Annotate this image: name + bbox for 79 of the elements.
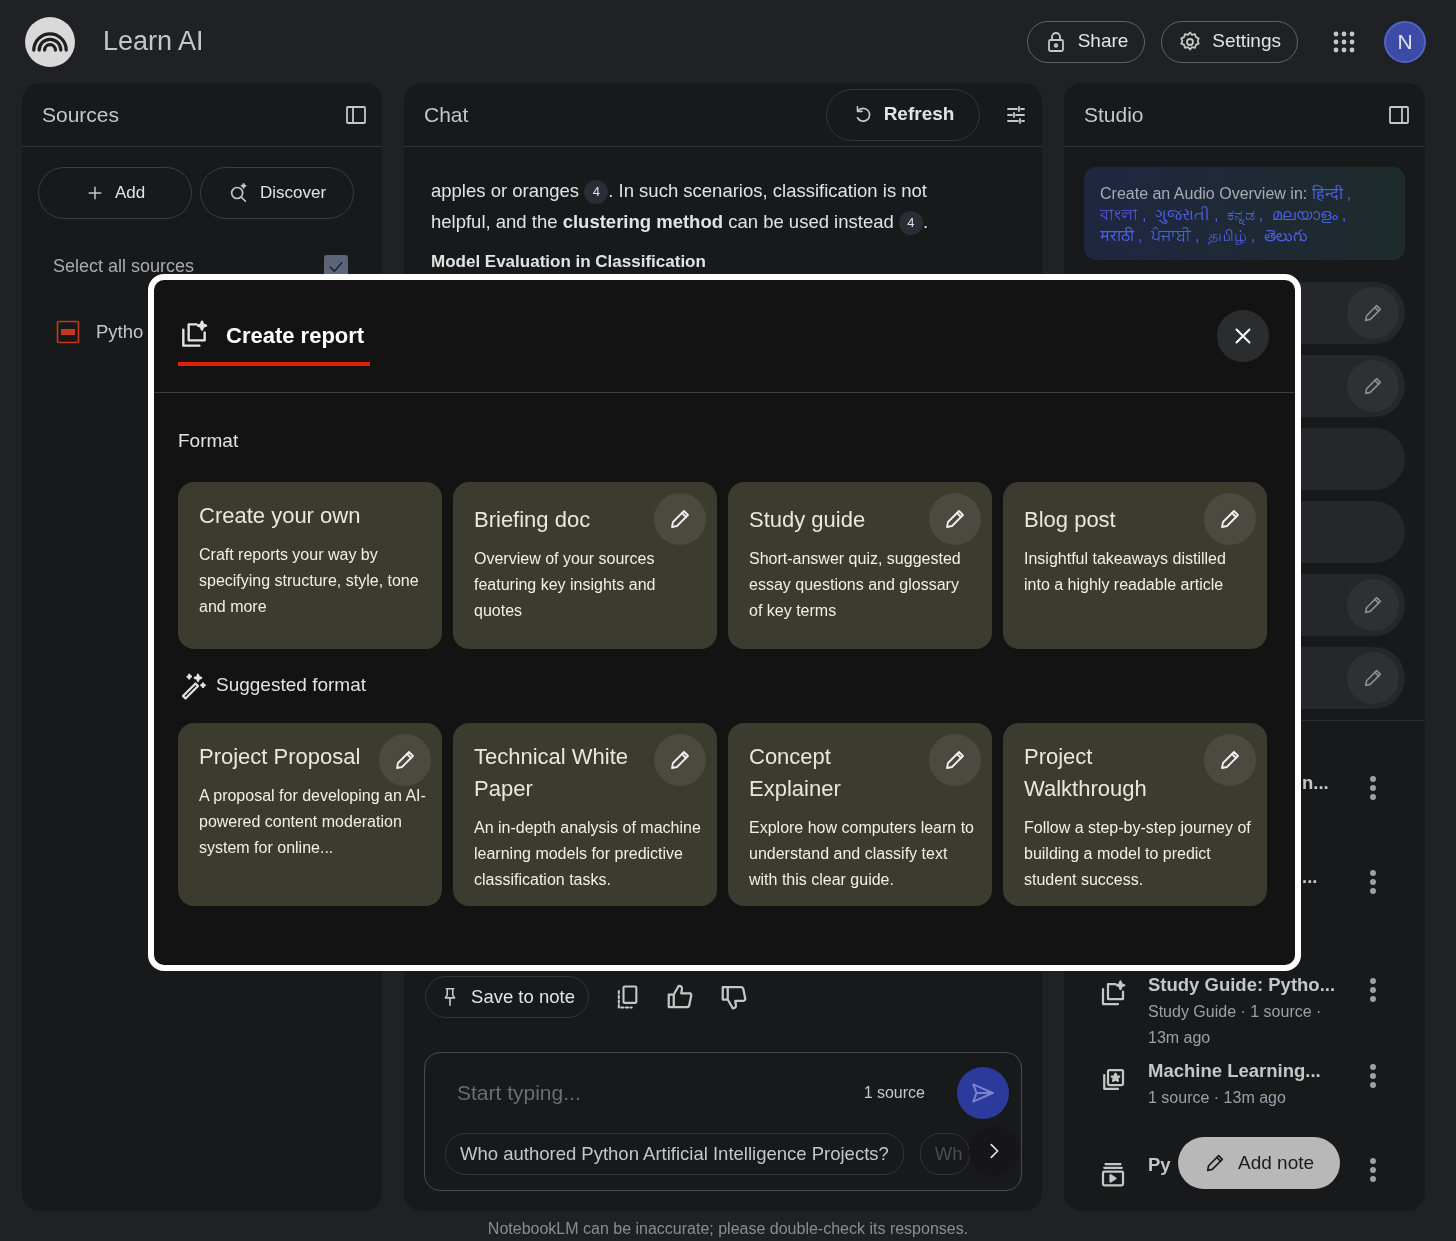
note-title[interactable]: ...: [1302, 863, 1318, 891]
app-title: Learn AI: [103, 25, 204, 59]
pencil-icon: [1204, 1152, 1226, 1174]
disclaimer-text: NotebookLM can be inaccurate; please double-check its responses.: [486, 1219, 970, 1239]
card-title: Concept Explainer: [749, 742, 842, 803]
note-title[interactable]: Study Guide: Pytho...: [1148, 971, 1336, 999]
card-description: Insightful takeaways distilled into a highly readable article: [1024, 548, 1227, 595]
separator-text: ,: [1138, 227, 1143, 244]
note-meta: 1 source · 13m ago: [1148, 1087, 1287, 1108]
source-count: 1 source: [863, 1083, 925, 1103]
edit-button[interactable]: [1347, 579, 1399, 631]
source-name[interactable]: Pytho: [96, 318, 144, 346]
user-avatar[interactable]: N: [1384, 20, 1426, 63]
suggestion-chip[interactable]: Who authored Python Artificial Intelligence Projects?: [445, 1133, 904, 1175]
pencil-icon: [1362, 375, 1384, 397]
more-menu-icon[interactable]: [1369, 1157, 1377, 1183]
panel-title: Studio: [1084, 101, 1144, 128]
card-title: Briefing doc: [474, 505, 592, 534]
section-label: Suggested format: [216, 673, 366, 698]
format-card[interactable]: Study guide Short-answer quiz, suggested essay questions and glossary of key terms: [728, 481, 992, 649]
close-button[interactable]: [1217, 310, 1269, 362]
card-title: Technical White Paper: [474, 742, 630, 803]
panel-title: Chat: [424, 101, 469, 128]
card-description: A proposal for developing an AI-powered content moderation system for online...: [199, 785, 427, 858]
card-description: Follow a step-by-step journey of building a model to predict student success.: [1024, 817, 1252, 890]
more-menu-icon[interactable]: [1369, 869, 1377, 895]
citation-badge[interactable]: 4: [898, 211, 923, 235]
citation-badge[interactable]: 4: [584, 180, 609, 204]
card-title: Create your own: [199, 501, 362, 530]
audio-overview-text: Create an Audio Overview in: हिन्दी , বাংলা , ગુજરાતી , ಕನ್ನಡ , മലയാളം , मराठी , ਪੰਜਾਬੀ , தமிழ் , తెలుగు: [1100, 183, 1353, 246]
separator-text: ,: [1194, 227, 1200, 244]
format-card[interactable]: Create your own Craft reports your way by specifying structure, style, tone and more: [178, 481, 442, 649]
separator-text: ,: [1346, 185, 1352, 202]
section-label: Format: [178, 429, 240, 453]
card-description: Overview of your sources featuring key insights and quotes: [474, 548, 657, 621]
separator-text: ,: [1341, 206, 1347, 223]
format-card[interactable]: Technical White Paper An in-depth analysis of machine learning models for predictive classification tasks.: [453, 722, 717, 906]
separator-text: ,: [1213, 206, 1219, 223]
card-description: Explore how computers learn to understand and classify text with this clear guide.: [749, 817, 975, 890]
separator-text: ,: [1250, 227, 1256, 244]
edit-button[interactable]: [1347, 652, 1399, 704]
message-heading: Model Evaluation in Classification: [431, 251, 707, 273]
edit-button[interactable]: [1347, 287, 1399, 339]
format-card[interactable]: Briefing doc Overview of your sources featuring key insights and quotes: [453, 481, 717, 649]
card-title: Blog post: [1024, 505, 1117, 534]
add-note-button[interactable]: Add note: [1178, 1137, 1341, 1189]
format-card[interactable]: Concept Explainer Explore how computers learn to understand and classify text with this clear guide.: [728, 722, 992, 906]
panel-title: Sources: [42, 101, 120, 128]
card-title: Project Proposal: [199, 742, 362, 771]
note-meta: Study Guide · 1 source · 13m ago: [1148, 1001, 1323, 1048]
chat-message-text: apples or oranges 4 . In such scenarios, classification is not helpful, and the clustering method can be used instead 4 .: [431, 175, 971, 237]
pencil-icon: [1362, 667, 1384, 689]
edit-button[interactable]: [1347, 360, 1399, 412]
format-card[interactable]: Project Proposal A proposal for developing an AI-powered content moderation system for online...: [178, 722, 442, 906]
apps-grid-icon[interactable]: [1332, 29, 1356, 54]
card-title: Project Walkthrough: [1024, 742, 1148, 803]
send-icon: [970, 1080, 996, 1106]
pdf-icon: [56, 319, 80, 344]
separator-text: ,: [1142, 206, 1147, 223]
pencil-icon: [1362, 302, 1384, 324]
format-card[interactable]: Project Walkthrough Follow a step-by-step journey of building a model to predict student success.: [1003, 722, 1267, 906]
more-menu-icon[interactable]: [1369, 1063, 1377, 1089]
format-card[interactable]: Blog post Insightful takeaways distilled into a highly readable article: [1003, 481, 1267, 649]
more-menu-icon[interactable]: [1369, 775, 1377, 801]
note-title[interactable]: Py: [1148, 1151, 1171, 1179]
arcs-logo-icon: [32, 31, 68, 52]
more-menu-icon[interactable]: [1369, 977, 1377, 1003]
card-description: An in-depth analysis of machine learning models for predictive classification tasks.: [474, 817, 702, 890]
select-all-label: Select all sources: [53, 255, 195, 278]
card-description: Craft reports your way by specifying structure, style, tone and more: [199, 544, 420, 617]
separator-text: ,: [1258, 206, 1264, 223]
send-button[interactable]: [957, 1067, 1009, 1119]
dialog-title: Create report: [226, 321, 365, 350]
pencil-icon: [1362, 594, 1384, 616]
note-title[interactable]: Machine Learning...: [1148, 1057, 1323, 1085]
note-title[interactable]: n...: [1302, 769, 1329, 797]
card-title: Study guide: [749, 505, 867, 534]
card-description: Short-answer quiz, suggested essay questions and glossary of key terms: [749, 548, 962, 621]
chat-input[interactable]: Start typing...: [455, 1076, 835, 1110]
